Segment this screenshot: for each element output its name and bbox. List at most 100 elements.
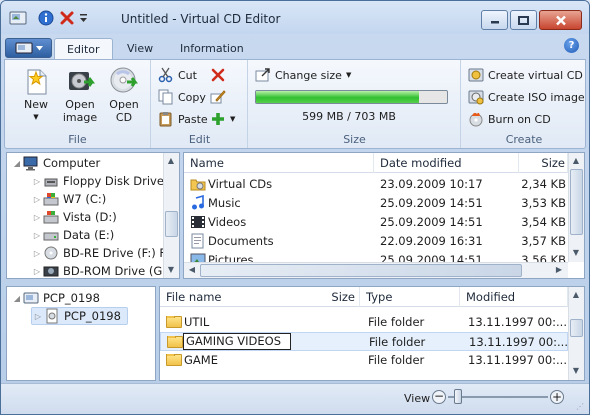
info-icon[interactable]: [37, 9, 55, 27]
scissors-icon: [158, 67, 174, 83]
tree-item-vista[interactable]: ▷ Vista (D:): [31, 208, 117, 226]
file-name: Videos: [208, 215, 247, 229]
help-icon[interactable]: ?: [564, 38, 579, 53]
tree-item-computer[interactable]: ◢ Computer: [11, 154, 100, 172]
drive-windows-icon: [43, 191, 59, 207]
qat-customize-icon[interactable]: [77, 9, 89, 27]
cut-button[interactable]: Cut: [158, 66, 197, 84]
optical-drive-icon: [43, 263, 59, 279]
column-date-modified[interactable]: Date modified: [374, 153, 519, 173]
open-image-button[interactable]: Open image: [59, 64, 101, 124]
cd-tree-item-root[interactable]: ◢ PCP_0198: [11, 289, 100, 307]
file-size: [310, 351, 356, 370]
column-type[interactable]: Type: [360, 287, 460, 307]
burn-on-cd-button[interactable]: Burn on CD: [468, 110, 551, 128]
rename-button[interactable]: [210, 88, 226, 106]
change-size-button[interactable]: Change size ▼: [255, 66, 351, 84]
disc-icon: [44, 308, 60, 324]
file-size: 2,34 KB: [521, 177, 566, 191]
maximize-button[interactable]: [510, 10, 537, 30]
size-group-label: Size: [343, 133, 366, 146]
create-group: Create virtual CD Create ISO image Burn …: [462, 60, 586, 148]
file-name: Music: [208, 196, 241, 210]
file-list-hscroll[interactable]: ◀ ▶: [184, 262, 568, 278]
column-modified[interactable]: Modified: [460, 287, 568, 307]
minimize-button[interactable]: [481, 10, 508, 30]
list-item[interactable]: Documents 22.09.2009 16:31 3,57 KB: [184, 232, 568, 251]
zoom-slider-track[interactable]: [448, 396, 548, 398]
create-iso-image-button[interactable]: Create ISO image: [468, 88, 585, 106]
tree-label: Floppy Disk Drive: [63, 174, 164, 188]
window-title: Untitled - Virtual CD Editor: [121, 12, 281, 26]
burn-disc-icon: [468, 111, 484, 127]
paste-label: Paste: [178, 112, 208, 126]
add-plus-icon: [210, 111, 226, 127]
table-row[interactable]: UTIL File folder 13.11.1997 00:...: [160, 313, 568, 332]
cd-list-vscroll[interactable]: ▲ ▼: [568, 287, 584, 380]
disc-usage-fill: [256, 91, 419, 103]
file-list-vscroll[interactable]: ▲ ▼: [568, 153, 584, 262]
copy-button[interactable]: Copy: [158, 88, 206, 106]
add-button[interactable]: ▼: [210, 110, 235, 128]
title-bar: Untitled - Virtual CD Editor: [1, 1, 589, 34]
table-row[interactable]: GAMING VIDEOS File folder 13.11.1997 00:..…: [160, 332, 568, 351]
rename-input[interactable]: GAMING VIDEOS: [183, 333, 291, 350]
app-window: Untitled - Virtual CD Editor Editor View…: [0, 0, 590, 415]
list-item[interactable]: Virtual CDs 23.09.2009 10:17 2,34 KB: [184, 175, 568, 194]
disc-usage-text: 599 MB / 703 MB: [302, 110, 396, 123]
virtual-cd-folder-icon: [190, 176, 206, 195]
file-name: GAME: [184, 353, 218, 367]
copy-label: Copy: [178, 90, 206, 104]
computer-tree[interactable]: ◢ Computer ▷ Floppy Disk Drive ▷ W7 (C:)…: [6, 152, 180, 279]
tree-label: PCP_0198: [43, 291, 100, 305]
zoom-in-button[interactable]: +: [550, 390, 564, 404]
create-virtual-cd-label: Create virtual CD: [488, 68, 583, 82]
file-modified: 13.11.1997 00:...: [468, 315, 566, 329]
open-cd-button[interactable]: Open CD: [103, 64, 145, 124]
tree-scrollbar[interactable]: ▲ ▼: [163, 153, 179, 278]
file-type: File folder: [368, 315, 425, 329]
delete-x-icon[interactable]: [58, 9, 76, 27]
tree-item-floppy[interactable]: ▷ Floppy Disk Drive: [31, 172, 164, 190]
floppy-icon: [43, 173, 59, 189]
tab-editor[interactable]: Editor: [54, 38, 113, 60]
file-size: 3,54 KB: [521, 215, 566, 229]
file-size: [310, 313, 356, 332]
new-button[interactable]: New ▼: [15, 64, 57, 124]
cd-file-list[interactable]: File name Size Type Modified UTIL File fo…: [159, 286, 585, 381]
tab-information[interactable]: Information: [168, 38, 256, 60]
resize-grip-icon[interactable]: ⋰: [576, 402, 586, 412]
cd-tree-item-selected[interactable]: ▷ PCP_0198: [31, 307, 128, 325]
list-item[interactable]: Videos 25.09.2009 14:51 3,54 KB: [184, 213, 568, 232]
create-virtual-cd-button[interactable]: Create virtual CD: [468, 66, 583, 84]
video-icon: [190, 214, 206, 233]
tree-item-bd-rom[interactable]: ▷ BD-ROM Drive (G:: [31, 262, 166, 280]
music-icon: [190, 195, 206, 214]
file-list[interactable]: Name Date modified Size Virtual CDs 23.09…: [183, 152, 585, 279]
expand-arrow-icon[interactable]: ◢: [11, 159, 23, 168]
file-modified: 13.11.1997 00:...: [469, 335, 567, 349]
tree-item-data[interactable]: ▷ Data (E:): [31, 226, 114, 244]
column-cd-size[interactable]: Size: [310, 287, 360, 307]
zoom-slider-thumb[interactable]: [454, 389, 462, 404]
column-name[interactable]: Name: [184, 153, 374, 173]
table-row[interactable]: GAME File folder 13.11.1997 00:...: [160, 351, 568, 370]
cd-tree[interactable]: ◢ PCP_0198 ▷ PCP_0198: [6, 286, 156, 381]
app-icon[interactable]: [9, 9, 27, 27]
tree-label: W7 (C:): [63, 192, 107, 206]
list-item[interactable]: Music 25.09.2009 14:51 3,53 KB: [184, 194, 568, 213]
delete-button[interactable]: [210, 66, 226, 84]
column-size[interactable]: Size: [519, 153, 568, 173]
documents-icon: [190, 233, 206, 252]
tab-view[interactable]: View: [115, 38, 165, 60]
zoom-out-button[interactable]: −: [432, 390, 446, 404]
tree-label: BD-ROM Drive (G:: [63, 264, 167, 278]
close-button[interactable]: [539, 10, 582, 30]
tree-item-bd-re[interactable]: ▷ BD-RE Drive (F:) F: [31, 244, 166, 262]
application-menu-button[interactable]: [5, 38, 52, 58]
file-list-header: Name Date modified Size: [184, 153, 568, 173]
tree-label: Data (E:): [63, 228, 115, 242]
file-date: 22.09.2009 16:31: [380, 234, 483, 248]
paste-button[interactable]: Paste: [158, 110, 208, 128]
tree-item-w7[interactable]: ▷ W7 (C:): [31, 190, 106, 208]
